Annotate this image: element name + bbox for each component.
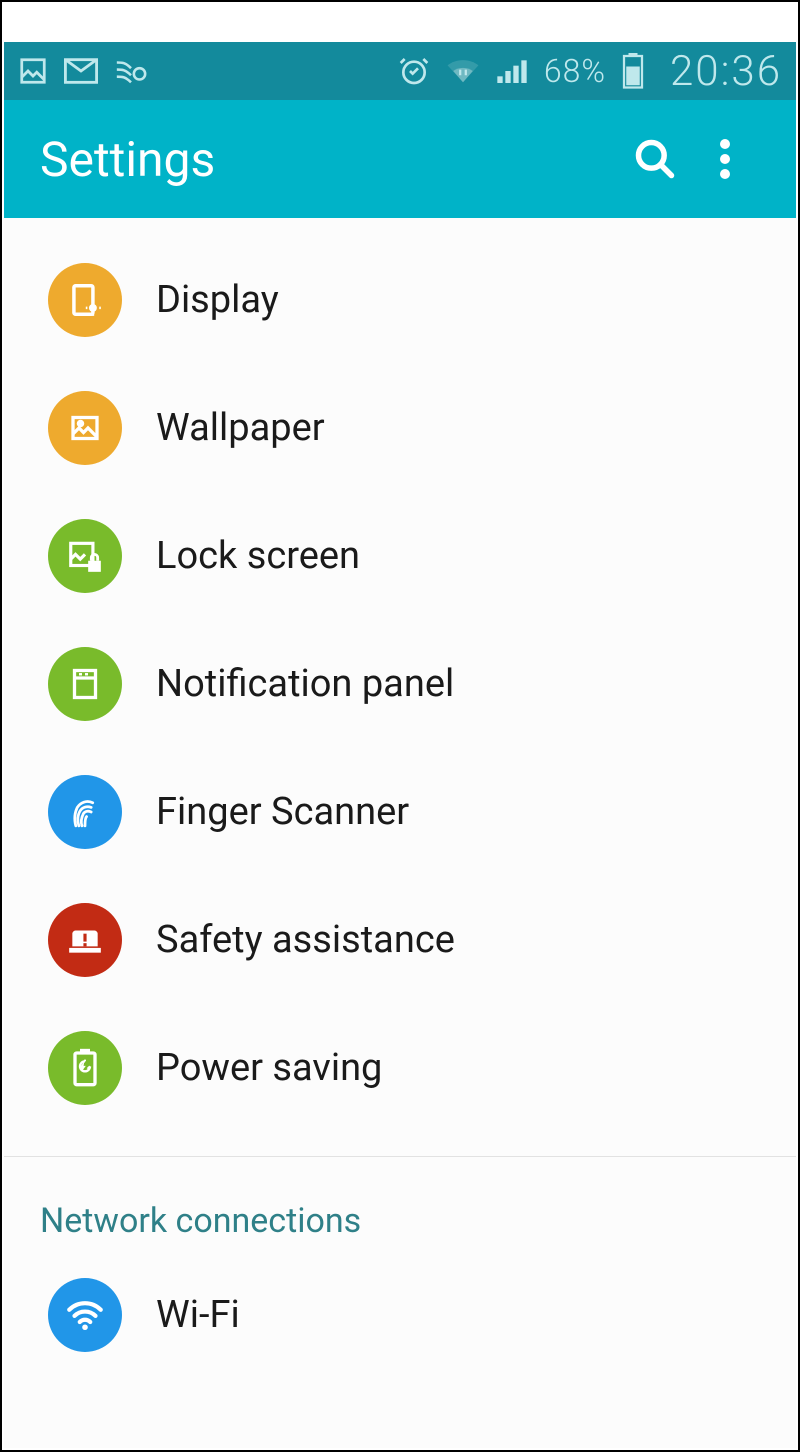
wifi-icon	[48, 1278, 122, 1352]
settings-item-label: Safety assistance	[156, 918, 455, 962]
settings-item-wallpaper[interactable]: Wallpaper	[4, 364, 796, 492]
settings-item-label: Power saving	[156, 1046, 382, 1090]
page-title: Settings	[40, 131, 620, 188]
fingerprint-icon	[48, 775, 122, 849]
settings-item-wifi[interactable]: Wi-Fi	[4, 1251, 796, 1379]
status-bar: 68% 20:36	[4, 42, 796, 100]
safety-icon	[48, 903, 122, 977]
image-icon	[18, 56, 48, 86]
settings-item-safety[interactable]: Safety assistance	[4, 876, 796, 1004]
settings-item-label: Wallpaper	[156, 406, 325, 450]
signal-icon	[496, 57, 528, 85]
settings-item-finger-scanner[interactable]: Finger Scanner	[4, 748, 796, 876]
wifi-status-icon	[446, 57, 480, 85]
battery-percent: 68%	[544, 52, 606, 90]
settings-item-label: Lock screen	[156, 534, 360, 578]
battery-icon	[622, 53, 644, 89]
power-saving-icon	[48, 1031, 122, 1105]
settings-item-label: Finger Scanner	[156, 790, 409, 834]
alarm-icon	[398, 55, 430, 87]
settings-item-sounds[interactable]: Sounds and notifications	[4, 218, 796, 236]
settings-item-notification-panel[interactable]: Notification panel	[4, 620, 796, 748]
wallpaper-icon	[48, 391, 122, 465]
mail-icon	[64, 58, 98, 84]
search-button[interactable]	[620, 137, 690, 181]
settings-list[interactable]: Sounds and notifications Display	[4, 218, 796, 1448]
app-header: Settings	[4, 100, 796, 218]
section-header-network: Network connections	[4, 1157, 796, 1251]
settings-item-lockscreen[interactable]: Lock screen	[4, 492, 796, 620]
settings-item-label: Wi-Fi	[156, 1293, 240, 1337]
settings-item-power-saving[interactable]: Power saving	[4, 1004, 796, 1132]
overflow-menu-button[interactable]	[690, 139, 760, 179]
notification-panel-icon	[48, 647, 122, 721]
lockscreen-icon	[48, 519, 122, 593]
stream-icon	[114, 56, 148, 86]
settings-item-display[interactable]: Display	[4, 236, 796, 364]
settings-item-label: Notification panel	[156, 662, 454, 706]
clock: 20:36	[670, 47, 782, 96]
settings-item-label: Display	[156, 278, 279, 322]
display-icon	[48, 263, 122, 337]
